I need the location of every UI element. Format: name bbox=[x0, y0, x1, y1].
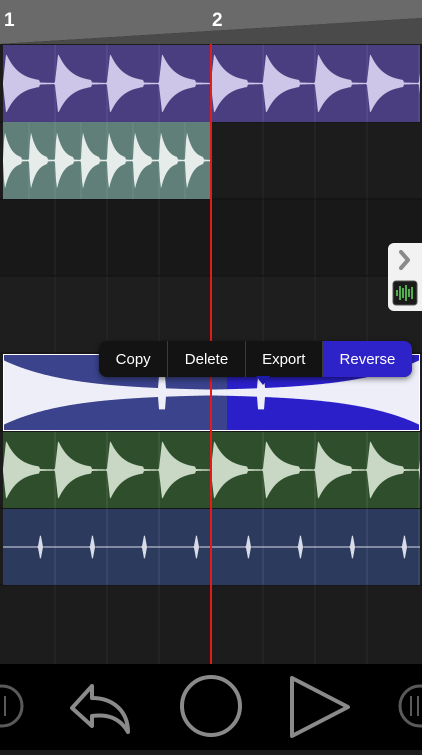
side-panel-icons bbox=[392, 250, 418, 306]
track-side-panel[interactable] bbox=[388, 243, 422, 311]
timeline-ruler[interactable]: 1 2 bbox=[0, 0, 422, 44]
waveform-thumbnail-icon[interactable] bbox=[392, 280, 418, 306]
audio-region[interactable] bbox=[3, 122, 211, 199]
circle-icon[interactable] bbox=[180, 675, 242, 737]
export-menu-item[interactable]: Export bbox=[246, 341, 323, 377]
transport-bar bbox=[0, 664, 422, 750]
transport-controls bbox=[0, 675, 422, 738]
play-triangle-icon[interactable] bbox=[290, 676, 350, 738]
reverse-menu-item[interactable]: Reverse bbox=[322, 341, 412, 377]
bar-number-2: 2 bbox=[212, 10, 223, 31]
delete-menu-item[interactable]: Delete bbox=[168, 341, 246, 377]
copy-menu-item[interactable]: Copy bbox=[99, 341, 169, 377]
left-scroll-handle-icon[interactable] bbox=[0, 684, 24, 728]
ruler-background bbox=[0, 0, 422, 44]
right-scroll-handle-icon[interactable] bbox=[398, 684, 422, 728]
chevron-right-icon[interactable] bbox=[399, 250, 410, 270]
bar-number-1: 1 bbox=[4, 10, 15, 31]
context-menu-pointer bbox=[256, 376, 270, 385]
undo-arrow-icon[interactable] bbox=[70, 684, 130, 734]
region-context-menu: Copy Delete Export Reverse bbox=[99, 341, 412, 377]
waveform-graphic bbox=[3, 122, 211, 199]
